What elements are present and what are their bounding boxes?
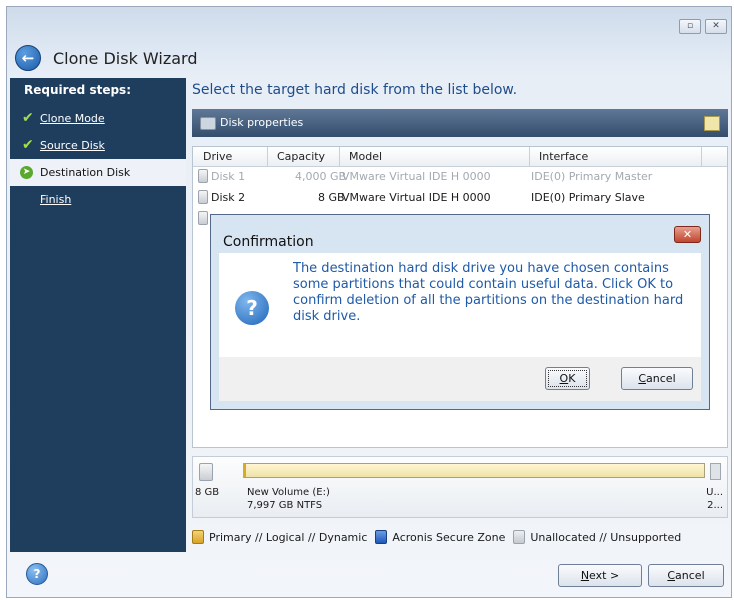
disk-icon [199,463,213,481]
ok-button[interactable]: OK [545,367,590,390]
cancel-label-rest: ancel [675,569,705,582]
disk-icon [198,169,208,183]
legend-label: Primary // Logical // Dynamic [209,530,368,544]
confirmation-dialog: Confirmation ✕ ? The destination hard di… [210,214,710,410]
wizard-footer: ? Next > Cancel [6,552,732,598]
properties-icon[interactable] [704,116,720,131]
table-row[interactable]: Disk 2 8 GB VMware Virtual IDE H 0000 ID… [193,187,727,208]
sidebar-item-label: Destination Disk [40,166,131,179]
checkmark-icon: ✔ [22,110,34,126]
truncated-partition-size: 2... [707,500,723,511]
ok-mnemonic: O [559,372,569,385]
close-window-button[interactable]: ✕ [705,19,727,34]
table-header: Drive Capacity Model Interface [193,147,727,167]
sidebar-item-source-disk[interactable]: ✔ Source Disk [10,132,186,159]
column-separator[interactable] [529,147,530,166]
legend-swatch-primary [192,530,204,544]
dialog-footer: OK Cancel [219,357,701,401]
instruction-text: Select the target hard disk from the lis… [192,82,518,98]
legend-item: Acronis Secure Zone [375,530,505,544]
restore-window-button[interactable]: ▫ [679,19,701,34]
sidebar-heading: Required steps: [24,83,131,97]
next-label-rest: ext > [589,569,620,582]
legend-label: Acronis Secure Zone [392,530,506,544]
current-step-arrow-icon: ➤ [20,166,33,179]
sidebar-item-destination-disk[interactable]: ➤ Destination Disk [10,159,186,186]
sidebar-item-label: Source Disk [40,139,105,152]
cell-interface: IDE(0) Primary Slave [531,191,645,204]
partition-bar[interactable] [243,463,705,478]
disk-properties-button[interactable]: Disk properties [220,116,303,129]
column-header-model[interactable]: Model [349,150,382,163]
sidebar-item-label: Finish [40,193,72,206]
column-separator[interactable] [267,147,268,166]
dialog-cancel-button[interactable]: Cancel [621,367,693,390]
cell-model: VMware Virtual IDE H 0000 [342,170,491,183]
cell-interface: IDE(0) Primary Master [531,170,653,183]
column-separator[interactable] [339,147,340,166]
unallocated-bar[interactable] [710,463,721,480]
dialog-cancel-label-rest: ancel [646,372,676,385]
legend-item: Primary // Logical // Dynamic [192,530,367,544]
window-controls: ▫ ✕ [679,19,727,34]
back-arrow-icon[interactable]: ← [15,45,41,71]
cell-model: VMware Virtual IDE H 0000 [342,191,491,204]
next-mnemonic: N [580,569,590,582]
next-button[interactable]: Next > [558,564,642,587]
cell-capacity: 4,000 GB [295,170,347,183]
steps-sidebar: Required steps: ✔ Clone Mode ✔ Source Di… [10,78,186,552]
dialog-cancel-mnemonic: C [638,372,647,385]
column-header-capacity[interactable]: Capacity [277,150,325,163]
window-title: Clone Disk Wizard [53,48,198,68]
legend-item: Unallocated // Unsupported [513,530,681,544]
legend-label: Unallocated // Unsupported [530,530,682,544]
sidebar-item-finish[interactable]: Finish [10,186,186,213]
checkmark-icon: ✔ [22,137,34,153]
cancel-mnemonic: C [667,569,676,582]
disk-size-label: 8 GB [195,487,220,498]
truncated-partition-name: U... [706,487,723,498]
column-separator[interactable] [701,147,702,166]
ok-label-rest: K [568,372,576,385]
question-icon: ? [235,291,269,325]
cell-drive: Disk 1 [211,170,246,183]
sidebar-item-label: Clone Mode [40,112,105,125]
cancel-button[interactable]: Cancel [648,564,724,587]
table-row: Disk 1 4,000 GB VMware Virtual IDE H 000… [193,166,727,187]
disk-icon [198,190,208,204]
title-bar: ← Clone Disk Wizard [15,45,198,71]
dialog-body: ? The destination hard disk drive you ha… [219,253,701,357]
sidebar-item-clone-mode[interactable]: ✔ Clone Mode [10,105,186,132]
column-header-interface[interactable]: Interface [539,150,588,163]
volume-map: 8 GB New Volume (E:) 7,997 GB NTFS U... … [192,456,728,518]
dialog-title: Confirmation [223,234,314,250]
partition-filesystem: 7,997 GB NTFS [247,500,323,511]
disk-properties-bar: Disk properties [192,109,728,137]
column-header-drive[interactable]: Drive [203,150,232,163]
help-icon[interactable]: ? [26,563,48,585]
dialog-message: The destination hard disk drive you have… [293,261,684,324]
legend-swatch-secure-zone [375,530,388,544]
legend-swatch-unallocated [513,530,526,544]
disk-icon [200,117,216,130]
disk-icon [198,211,208,225]
dialog-close-button[interactable]: ✕ [674,226,701,243]
cell-capacity: 8 GB [318,191,345,204]
cell-drive: Disk 2 [211,191,246,204]
partition-name: New Volume (E:) [247,487,330,498]
partition-legend: Primary // Logical // Dynamic Acronis Se… [192,530,689,544]
